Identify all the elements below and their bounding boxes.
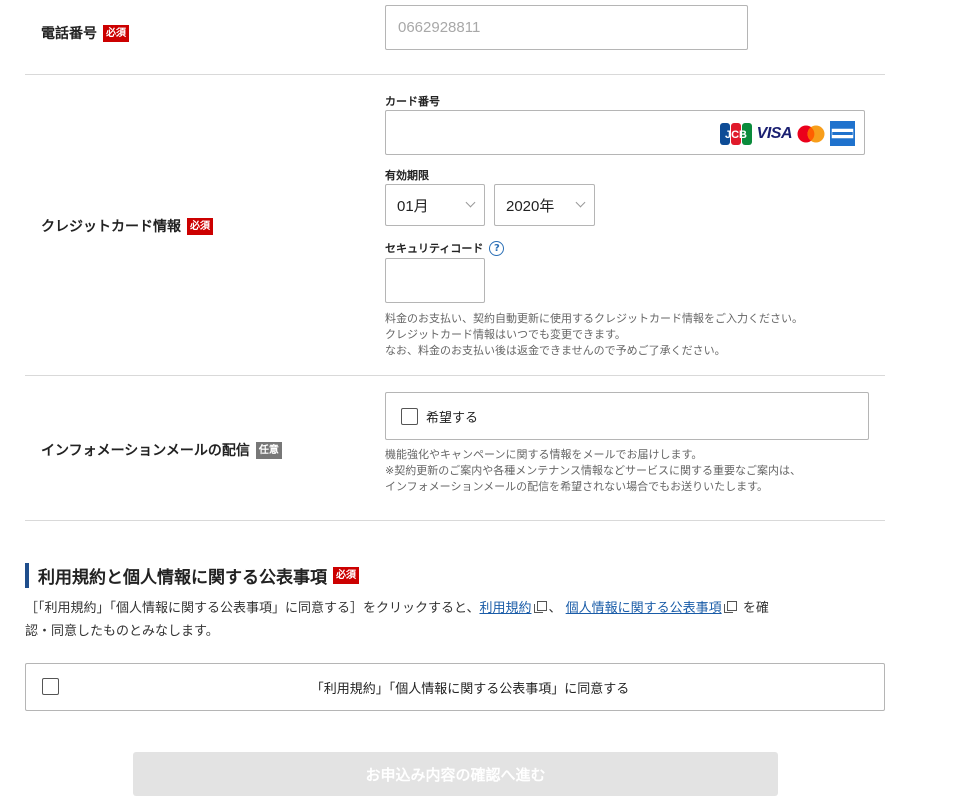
info-mail-checkbox-label: 希望する	[426, 410, 479, 426]
terms-para-prefix: ［「利用規約」「個人情報に関する公表事項」に同意する］をクリックすると、	[25, 601, 480, 616]
divider	[25, 375, 885, 376]
divider	[25, 520, 885, 521]
terms-separator: 、	[548, 601, 562, 616]
info-mail-label: インフォメーションメールの配信	[41, 443, 250, 459]
note-line: ※契約更新のご案内や各種メンテナンス情報などサービスに関する重要なご案内は、	[385, 464, 801, 477]
agree-checkbox-box[interactable]: 「利用規約」「個人情報に関する公表事項」に同意する	[25, 663, 885, 711]
note-line: 料金のお支払い、契約自動更新に使用するクレジットカード情報をご入力ください。	[385, 312, 803, 325]
help-icon[interactable]: ?	[489, 240, 505, 256]
card-brand-logos: JCB VISA	[719, 121, 855, 146]
phone-input[interactable]: 0662928811	[385, 5, 748, 50]
amex-logo-icon	[830, 121, 855, 146]
security-code-label-text: セキュリティコード	[385, 242, 484, 255]
card-number-label: カード番号	[385, 93, 440, 109]
expiry-year-select[interactable]: 2020年	[494, 184, 595, 226]
agree-checkbox[interactable]	[42, 678, 59, 695]
jcb-logo-text: JCB	[725, 129, 747, 141]
optional-badge: 任意	[255, 441, 282, 459]
terms-title-text: 利用規約と個人情報に関する公表事項	[38, 568, 327, 588]
jcb-logo-icon: JCB	[719, 122, 752, 145]
chevron-down-icon	[575, 197, 586, 208]
credit-card-label-row: クレジットカード情報 必須	[41, 216, 213, 236]
terms-link[interactable]: 利用規約	[479, 601, 531, 616]
expiry-label-text: 有効期限	[385, 169, 429, 182]
credit-card-notes: 料金のお支払い、契約自動更新に使用するクレジットカード情報をご入力ください。 ク…	[385, 311, 803, 359]
phone-placeholder: 0662928811	[398, 19, 481, 36]
terms-section-title: 利用規約と個人情報に関する公表事項 必須	[25, 563, 359, 588]
required-badge: 必須	[103, 24, 129, 42]
privacy-link[interactable]: 個人情報に関する公表事項	[566, 601, 722, 616]
note-line: 機能強化やキャンペーンに関する情報をメールでお届けします。	[385, 448, 703, 461]
security-code-label: セキュリティコード ?	[385, 240, 505, 256]
expiry-label: 有効期限	[385, 167, 429, 183]
terms-para-line2: 認・同意したものとみなします。	[25, 624, 219, 639]
required-badge: 必須	[333, 567, 359, 584]
phone-label-row: 電話番号 必須	[41, 23, 129, 43]
mastercard-logo-icon	[797, 125, 825, 143]
external-link-icon	[723, 601, 737, 613]
terms-para-suffix: を確	[742, 601, 769, 616]
info-mail-checkbox-box[interactable]: 希望する	[385, 392, 869, 440]
note-line: クレジットカード情報はいつでも変更できます。	[385, 328, 626, 341]
info-mail-label-row: インフォメーションメールの配信 任意	[41, 440, 282, 460]
visa-logo-icon: VISA	[756, 124, 793, 142]
agree-checkbox-label: 「利用規約」「個人情報に関する公表事項」に同意する	[310, 681, 630, 697]
note-line: インフォメーションメールの配信を希望されない場合でもお送りいたします。	[385, 480, 769, 493]
chevron-down-icon	[465, 197, 476, 208]
phone-label: 電話番号	[41, 26, 97, 42]
info-mail-notes: 機能強化やキャンペーンに関する情報をメールでお届けします。 ※契約更新のご案内や…	[385, 447, 801, 495]
security-code-input[interactable]	[385, 258, 485, 303]
expiry-month-select[interactable]: 01月	[385, 184, 485, 226]
required-badge: 必須	[187, 217, 213, 235]
submit-button[interactable]: お申込み内容の確認へ進む	[133, 752, 778, 796]
info-mail-checkbox[interactable]	[401, 407, 418, 425]
terms-paragraph-line1: ［「利用規約」「個人情報に関する公表事項」に同意する］をクリックすると、利用規約…	[25, 598, 769, 620]
card-number-input[interactable]: JCB VISA	[385, 110, 865, 155]
note-line: なお、料金のお支払い後は返金できませんので予めご了承ください。	[385, 344, 726, 357]
expiry-month-value: 01月	[397, 197, 429, 215]
divider	[25, 74, 885, 75]
credit-card-label: クレジットカード情報	[41, 219, 181, 235]
terms-paragraph-line2: 認・同意したものとみなします。	[25, 621, 219, 643]
card-number-label-text: カード番号	[385, 95, 440, 108]
external-link-icon	[533, 601, 547, 613]
expiry-year-value: 2020年	[506, 197, 555, 215]
